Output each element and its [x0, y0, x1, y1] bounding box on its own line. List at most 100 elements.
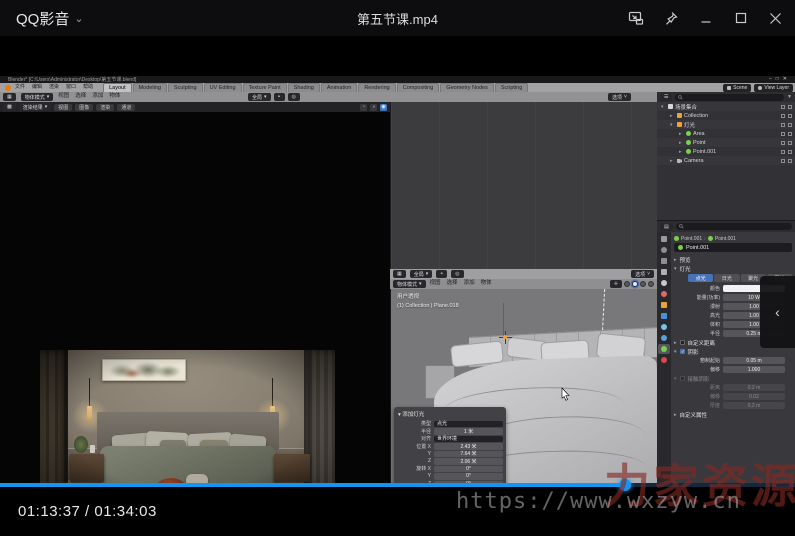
viewport-menu-item: 选择 [75, 94, 86, 100]
display-channel-icon: ◉ [380, 104, 387, 111]
properties-panel: Point.001› Point.001 Point.001 ▸预览 ▾灯光 点… [671, 232, 795, 483]
light-icon [678, 245, 683, 250]
search-icon [679, 224, 684, 229]
workspace-tabs: LayoutModelingSculptingUV EditingTexture… [103, 83, 528, 93]
blender-menu-item: 文件 [15, 85, 25, 90]
section-contact-shadows: ▾接触阴影 [674, 374, 792, 383]
app-menu-button[interactable]: QQ影音 ⌄ [16, 8, 84, 29]
render-toggle-icon [788, 105, 792, 109]
viewport-menu-item: 添加 [92, 94, 103, 100]
workspace-tab: Geometry Nodes [440, 83, 494, 93]
render-toggle-icon [788, 141, 792, 145]
second-viewport-header: 物体模式 ▾ 视图选择添加物体 ✛ [390, 279, 657, 289]
seek-bar[interactable] [0, 483, 795, 487]
render-tab-icon [658, 245, 670, 255]
operator-panel-title: ▾ 添加灯光 [398, 410, 503, 418]
workspace-tab: Sculpting [168, 83, 203, 93]
item-type-icon [686, 131, 691, 136]
minimize-button[interactable] [696, 9, 715, 28]
item-type-icon [686, 140, 691, 145]
expand-caret-icon: ▸ [679, 140, 684, 146]
gizmo-icon: ✛ [610, 280, 622, 288]
physics-tab-icon [658, 333, 670, 343]
expand-caret-icon: ▸ [679, 149, 684, 155]
viewport-menu-item: 物体 [481, 281, 492, 287]
workspace-tab: Modeling [133, 83, 167, 93]
editor-type-icon: ▦ [3, 93, 16, 101]
property-field: 厚度0.2 m [674, 401, 792, 410]
outliner-item-label: 灯光 [684, 121, 695, 129]
section-light: ▾灯光 [674, 264, 792, 273]
image-editor-menu-item: 视图 [54, 104, 72, 111]
image-editor-header: ▩ 渲染结果 ▾ 视图图像渲染通道 ◔ ◑ ◉ [0, 102, 390, 112]
scene-selector: Scene [723, 84, 751, 92]
modifiers-tab-icon [658, 311, 670, 321]
filter-icon: ▼ [787, 94, 792, 100]
viewport-menu-item: 物体 [109, 94, 120, 100]
checkbox-icon [680, 376, 685, 381]
pin-button[interactable] [661, 9, 680, 28]
seek-bar-fill [0, 483, 625, 487]
viewport-menu-item: 视图 [430, 281, 441, 287]
snap-magnet-icon: ◓ [436, 270, 447, 278]
image-editor-menu-item: 图像 [75, 104, 93, 111]
outliner-row: ▸ Point.001 [657, 147, 795, 156]
orientation-dropdown: 全局 ▾ [410, 270, 433, 278]
outliner-header: ☰ ▼ [657, 92, 795, 102]
operator-field: 对齐世界环境 [397, 435, 503, 443]
shading-wireframe-icon [624, 281, 630, 287]
mode-dropdown: 物体模式 ▾ [393, 280, 426, 288]
properties-header: ▤ [657, 221, 795, 232]
render-result-image [40, 350, 335, 483]
render-result-label: 渲染结果 ▾ [19, 103, 52, 111]
time-display: 01:13:37 / 01:34:03 [18, 487, 157, 536]
blender-menu-item: 窗口 [66, 85, 76, 90]
properties-type-icon: ▤ [660, 223, 673, 231]
video-content[interactable]: Blender* [C:\Users\Administrator\Desktop… [0, 36, 795, 483]
snap-magnet-icon: ◓ [274, 93, 285, 101]
app-name: QQ影音 [16, 8, 69, 29]
secondary-editor-area [390, 102, 657, 269]
expand-caret-icon: ▸ [679, 131, 684, 137]
visibility-toggle-icon [781, 150, 785, 154]
visibility-toggle-icon [781, 141, 785, 145]
checkbox-icon [680, 349, 685, 354]
workspace-tab: Compositing [397, 83, 440, 93]
outliner-row: ▸ Point [657, 138, 795, 147]
tool-tab-icon [658, 234, 670, 244]
item-type-icon [677, 113, 682, 118]
light-point-icon [503, 335, 507, 339]
checkbox-icon [680, 340, 685, 345]
render-toggle-icon [788, 132, 792, 136]
shading-solid-icon [632, 281, 638, 287]
blender-menubar: 文件编辑渲染窗口帮助 LayoutModelingSculptingUV Edi… [0, 83, 795, 92]
close-button[interactable] [766, 9, 785, 28]
blender-menu-item: 帮助 [83, 85, 93, 90]
blender-window-controls: –□✕ [769, 76, 791, 82]
chevron-down-icon: ⌄ [74, 12, 83, 25]
mini-mode-button[interactable] [626, 9, 645, 28]
workspace-tab: UV Editing [204, 83, 242, 93]
expand-caret-icon: ▾ [661, 104, 666, 110]
outliner-row: ▾ 灯光 [657, 120, 795, 129]
seek-handle[interactable] [619, 479, 631, 491]
properties-breadcrumb: Point.001› Point.001 [674, 234, 792, 243]
visibility-toggle-icon [781, 159, 785, 163]
particles-tab-icon [658, 322, 670, 332]
orientation-dropdown: 全局 ▾ [248, 93, 271, 101]
viewport-menu-item: 选择 [447, 281, 458, 287]
light-icon [708, 236, 713, 241]
workspace-tab: Rendering [358, 83, 395, 93]
blender-logo-icon [5, 85, 11, 91]
image-editor-type-icon: ▩ [3, 103, 16, 111]
search-icon [678, 95, 683, 100]
viewport-menu-item: 视图 [58, 94, 69, 100]
outliner-item-label: Camera [684, 158, 704, 164]
section-shadow: ▾阴影 [674, 347, 792, 356]
options-button: 选项 ˅ [631, 270, 654, 278]
property-field: 箝制起始0.05 m [674, 356, 792, 365]
viewlayer-tab-icon [658, 267, 670, 277]
light-icon [674, 236, 679, 241]
maximize-button[interactable] [731, 9, 750, 28]
blender-menu-item: 渲染 [49, 85, 59, 90]
